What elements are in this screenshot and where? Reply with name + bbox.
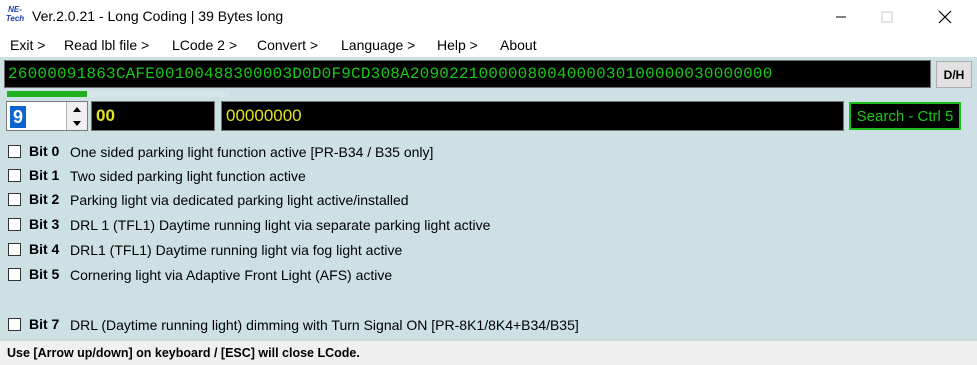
progress-fill xyxy=(7,91,87,97)
progress-bar xyxy=(7,91,229,97)
coding-panel: 26000091863CAFE00100488300003D0D0F9CD308… xyxy=(0,57,977,340)
byte-index-value[interactable]: 9 xyxy=(10,106,26,128)
bit-3-description: DRL 1 (TFL1) Daytime running light via s… xyxy=(70,217,491,233)
bit-5-description: Cornering light via Adaptive Front Light… xyxy=(70,267,393,283)
bit-4-checkbox[interactable] xyxy=(8,243,21,256)
bit-2-description: Parking light via dedicated parking ligh… xyxy=(70,192,409,208)
bit-3-label: Bit 3 xyxy=(29,216,60,232)
close-icon xyxy=(938,10,952,23)
bit-1-checkbox[interactable] xyxy=(8,169,21,182)
byte-index-spinner[interactable]: 9 xyxy=(6,101,88,131)
search-button[interactable]: Search - Ctrl 5 xyxy=(849,102,961,130)
chevron-up-icon xyxy=(73,106,81,112)
bit-5-label: Bit 5 xyxy=(29,266,60,282)
app-logo: NE-Tech xyxy=(5,5,25,25)
coding-hex-field[interactable]: 26000091863CAFE00100488300003D0D0F9CD308… xyxy=(4,60,931,88)
bit-2-checkbox[interactable] xyxy=(8,193,21,206)
byte-binary-value: 00000000 xyxy=(226,106,302,125)
byte-hex-field[interactable]: 00 xyxy=(91,101,215,131)
maximize-icon xyxy=(881,11,893,22)
status-bar: Use [Arrow up/down] on keyboard / [ESC] … xyxy=(0,340,977,365)
logo-text: NE-Tech xyxy=(5,5,25,23)
coding-hex-value: 26000091863CAFE00100488300003D0D0F9CD308… xyxy=(8,65,773,83)
byte-hex-value: 00 xyxy=(96,106,115,125)
maximize-button[interactable] xyxy=(864,0,910,33)
dh-toggle-button[interactable]: D/H xyxy=(936,61,972,88)
bit-4-description: DRL1 (TFL1) Daytime running light via fo… xyxy=(70,242,403,258)
menu-convert[interactable]: Convert > xyxy=(257,37,318,53)
menu-lcode-2[interactable]: LCode 2 > xyxy=(172,37,237,53)
menu-language[interactable]: Language > xyxy=(341,37,415,53)
minimize-icon xyxy=(836,16,846,17)
bit-7-label: Bit 7 xyxy=(29,316,60,332)
spinner-buttons xyxy=(66,102,87,130)
bit-2-label: Bit 2 xyxy=(29,191,60,207)
menu-read-lbl-file[interactable]: Read lbl file > xyxy=(64,37,149,53)
bit-1-description: Two sided parking light function active xyxy=(70,168,306,184)
bit-3-checkbox[interactable] xyxy=(8,218,21,231)
close-button[interactable] xyxy=(922,0,968,33)
menu-bar: Exit > Read lbl file > LCode 2 > Convert… xyxy=(0,33,977,57)
bit-7-checkbox[interactable] xyxy=(8,318,21,331)
title-bar: NE-Tech Ver.2.0.21 - Long Coding | 39 By… xyxy=(0,0,977,33)
bit-5-checkbox[interactable] xyxy=(8,268,21,281)
bit-4-label: Bit 4 xyxy=(29,241,60,257)
window-title: Ver.2.0.21 - Long Coding | 39 Bytes long xyxy=(32,8,284,24)
bit-0-checkbox[interactable] xyxy=(8,145,21,158)
spinner-up-button[interactable] xyxy=(67,102,87,117)
bit-7-description: DRL (Daytime running light) dimming with… xyxy=(70,317,579,333)
menu-exit[interactable]: Exit > xyxy=(10,37,45,53)
bit-1-label: Bit 1 xyxy=(29,167,60,183)
bit-0-label: Bit 0 xyxy=(29,143,60,159)
menu-help[interactable]: Help > xyxy=(437,37,478,53)
bit-0-description: One sided parking light function active … xyxy=(70,144,434,160)
chevron-down-icon xyxy=(73,120,81,126)
status-text: Use [Arrow up/down] on keyboard / [ESC] … xyxy=(7,346,360,360)
minimize-button[interactable] xyxy=(818,0,864,33)
byte-binary-field[interactable]: 00000000 xyxy=(221,101,844,131)
menu-about[interactable]: About xyxy=(500,37,537,53)
spinner-down-button[interactable] xyxy=(67,116,87,130)
